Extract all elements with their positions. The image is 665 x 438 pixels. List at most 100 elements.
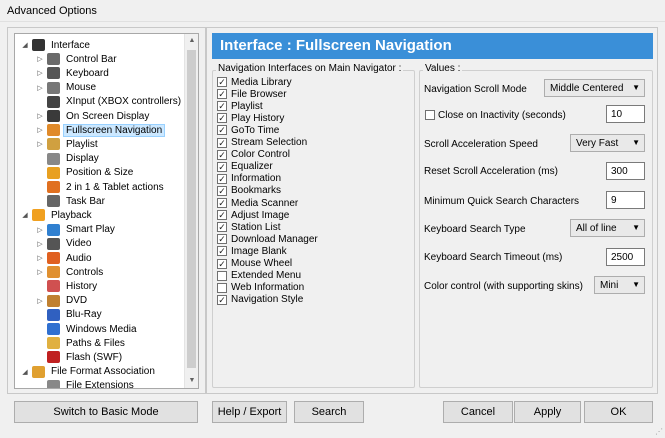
tree-item[interactable]: ▷ DVD [35,294,89,308]
nav-interface-option[interactable]: ✓ Bookmarks [217,185,281,197]
nav-interface-option[interactable]: ✓ Media Library [217,76,292,88]
nav-interface-option[interactable]: ✓ Navigation Style [217,294,303,306]
tree-item[interactable]: ▷ Playlist [35,137,100,151]
nav-interface-checkbox[interactable]: ✓ [217,210,227,221]
scroll-up-icon[interactable]: ▲ [185,34,198,48]
nav-interface-checkbox[interactable]: ✓ [217,198,227,208]
expand-toggle-icon[interactable]: ◢ [20,41,30,49]
tree-item[interactable]: ▷ Keyboard [35,66,111,80]
tree-item[interactable]: Display [35,152,101,166]
scroll-thumb[interactable] [187,50,196,368]
nav-interface-checkbox[interactable]: ✓ [217,125,227,136]
expand-toggle-icon[interactable]: ◢ [20,368,30,376]
kb-search-timeout-label: Keyboard Search Timeout (ms) [424,252,563,263]
nav-interface-checkbox[interactable]: ✓ [217,149,227,160]
expand-toggle-icon[interactable]: ▷ [35,69,45,77]
tree-item[interactable]: Position & Size [35,166,135,180]
cancel-button[interactable]: Cancel [443,401,513,423]
nav-interface-checkbox[interactable]: ✓ [217,185,227,196]
nav-interface-checkbox[interactable]: ✓ [217,222,227,233]
scroll-mode-select[interactable]: Middle Centered ▼ [544,79,645,97]
nav-interface-checkbox[interactable]: ✓ [217,294,227,305]
nav-interface-checkbox[interactable]: ✓ [217,101,227,112]
tree-item[interactable]: ◢ File Format Association [20,365,157,379]
apply-button[interactable]: Apply [514,401,581,423]
help-export-button[interactable]: Help / Export [212,401,287,423]
nav-interface-checkbox[interactable]: ✓ [217,137,227,148]
tree-item[interactable]: ▷ Smart Play [35,223,117,237]
tree-item[interactable]: Paths & Files [35,336,127,350]
expand-toggle-icon[interactable]: ▷ [35,254,45,262]
min-quick-search-input[interactable]: 9 [606,191,645,209]
nav-interface-option[interactable]: ✓ Media Scanner [217,197,298,209]
tree-item[interactable]: Blu-Ray [35,308,104,322]
resize-grip-icon[interactable]: ⋰ [655,427,663,436]
tree-item[interactable]: ▷ Controls [35,265,105,279]
tree-item[interactable]: ▷ Control Bar [35,52,119,66]
search-button[interactable]: Search [294,401,364,423]
nav-interface-checkbox[interactable]: ✓ [217,161,227,172]
tree-item-label: Mouse [66,82,97,94]
nav-interface-checkbox[interactable] [217,282,227,293]
nav-interface-checkbox[interactable]: ✓ [217,77,227,87]
reset-scroll-accel-input[interactable]: 300 [606,162,645,180]
nav-interface-checkbox[interactable]: ✓ [217,246,227,257]
tree-item[interactable]: Task Bar [35,194,107,208]
close-inactivity-input[interactable]: 10 [606,105,645,123]
options-tree[interactable]: ◢ Interface ▷ Control Bar ▷ Keyboard ▷ Mouse XIn… [14,33,199,389]
nav-interface-option[interactable]: ✓ Information [217,173,281,185]
expand-toggle-icon[interactable]: ▷ [35,140,45,148]
nav-interface-checkbox[interactable] [217,270,227,281]
expand-toggle-icon[interactable]: ▷ [35,226,45,234]
scroll-down-icon[interactable]: ▼ [185,374,198,388]
nav-interface-option[interactable]: ✓ Station List [217,221,280,233]
kb-search-type-select[interactable]: All of line ▼ [570,219,645,237]
expand-toggle-icon[interactable]: ▷ [35,112,45,120]
switch-basic-mode-button[interactable]: Switch to Basic Mode [14,401,198,423]
scroll-accel-select[interactable]: Very Fast ▼ [570,134,645,152]
nav-interface-option[interactable]: ✓ File Browser [217,88,287,100]
tree-item[interactable]: ◢ Interface [20,38,92,52]
nav-interface-option[interactable]: ✓ Equalizer [217,161,273,173]
tree-item[interactable]: ▷ On Screen Display [35,109,151,123]
nav-interface-option[interactable]: ✓ GoTo Time [217,124,279,136]
nav-interface-option[interactable]: ✓ Playlist [217,100,263,112]
nav-interface-option[interactable]: ✓ Download Manager [217,233,318,245]
nav-interface-option[interactable]: ✓ Stream Selection [217,137,307,149]
tree-item[interactable]: Flash (SWF) [35,350,124,364]
tree-item[interactable]: XInput (XBOX controllers) [35,95,183,109]
nav-interface-option[interactable]: ✓ Play History [217,112,284,124]
nav-interface-option[interactable]: ✓ Image Blank [217,245,287,257]
kb-search-timeout-input[interactable]: 2500 [606,248,645,266]
expand-toggle-icon[interactable]: ▷ [35,84,45,92]
close-inactivity-checkbox[interactable] [425,110,435,120]
tree-item[interactable]: ◢ Playback [20,208,94,222]
tree-item[interactable]: History [35,279,99,293]
tree-item[interactable]: File Extensions [35,379,136,388]
nav-interface-checkbox[interactable]: ✓ [217,234,227,245]
nav-interface-checkbox[interactable]: ✓ [217,89,227,100]
nav-interface-option[interactable]: ✓ Mouse Wheel [217,258,292,270]
expand-toggle-icon[interactable]: ▷ [35,268,45,276]
expand-toggle-icon[interactable]: ▷ [35,240,45,248]
tree-item[interactable]: 2 in 1 & Tablet actions [35,180,166,194]
expand-toggle-icon[interactable]: ▷ [35,297,45,305]
tree-item[interactable]: Windows Media [35,322,139,336]
expand-toggle-icon[interactable]: ▷ [35,126,45,134]
nav-interface-checkbox[interactable]: ✓ [217,258,227,269]
nav-interface-option[interactable]: Extended Menu [217,270,301,282]
tree-item[interactable]: ▷ Fullscreen Navigation [35,123,166,137]
tree-item[interactable]: ▷ Audio [35,251,94,265]
color-control-select[interactable]: Mini ▼ [594,276,645,294]
nav-interface-checkbox[interactable]: ✓ [217,173,227,184]
ok-button[interactable]: OK [584,401,653,423]
expand-toggle-icon[interactable]: ▷ [35,55,45,63]
nav-interface-option[interactable]: Web Information [217,282,304,294]
nav-interface-option[interactable]: ✓ Adjust Image [217,209,289,221]
tree-item[interactable]: ▷ Mouse [35,81,98,95]
nav-interface-option[interactable]: ✓ Color Control [217,149,290,161]
tree-scrollbar[interactable]: ▲ ▼ [184,34,198,388]
nav-interface-checkbox[interactable]: ✓ [217,113,227,124]
expand-toggle-icon[interactable]: ◢ [20,211,30,219]
tree-item[interactable]: ▷ Video [35,237,93,251]
